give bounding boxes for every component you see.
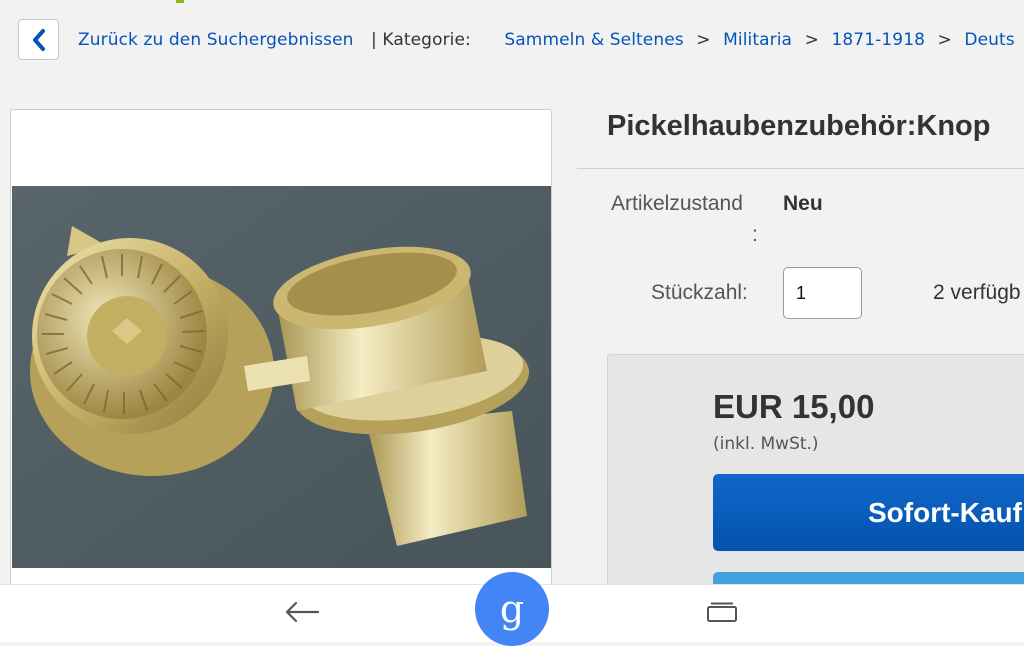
price: EUR 15,00: [713, 388, 875, 425]
breadcrumb-item-sammeln[interactable]: Sammeln & Seltenes: [504, 30, 683, 50]
back-to-results-link[interactable]: Zurück zu den Suchergebnissen: [78, 30, 354, 50]
quantity-field[interactable]: [783, 267, 862, 319]
breadcrumb-item-1871-1918[interactable]: 1871-1918: [831, 30, 925, 50]
item-title: Pickelhaubenzubehör:Knop: [607, 110, 991, 142]
breadcrumb-separator: >: [804, 30, 819, 50]
top-accent-bar: [176, 0, 184, 3]
breadcrumb-separator: >: [937, 30, 952, 50]
breadcrumb-pipe: |: [371, 30, 377, 50]
condition-label: Artikelzustand: [611, 192, 743, 215]
breadcrumb-separator: >: [696, 30, 711, 50]
breadcrumb-item-militaria[interactable]: Militaria: [723, 30, 792, 50]
arrow-back-icon[interactable]: [284, 600, 320, 624]
product-photo[interactable]: [12, 186, 552, 568]
google-glyph: g: [499, 587, 525, 631]
available-count: 2 verfügb: [933, 281, 1021, 304]
divider: [577, 168, 1024, 169]
quantity-label: Stückzahl:: [651, 281, 748, 304]
tax-note: (inkl. MwSt.): [713, 434, 819, 454]
product-image-panel: [10, 109, 552, 599]
condition-value: Neu: [783, 192, 823, 215]
breadcrumb-item-deutschland[interactable]: Deuts: [964, 30, 1014, 50]
google-icon[interactable]: g: [475, 572, 549, 646]
condition-label-colon: :: [752, 223, 758, 246]
recents-icon[interactable]: [706, 601, 738, 623]
breadcrumb: Zurück zu den Suchergebnissen | Kategori…: [78, 30, 1015, 50]
category-label: Kategorie:: [382, 30, 471, 50]
buy-now-button[interactable]: Sofort-Kauf: [713, 474, 1024, 551]
buy-now-label: Sofort-Kauf: [868, 497, 1022, 528]
chevron-left-icon: [32, 28, 45, 51]
back-button[interactable]: [18, 19, 59, 60]
